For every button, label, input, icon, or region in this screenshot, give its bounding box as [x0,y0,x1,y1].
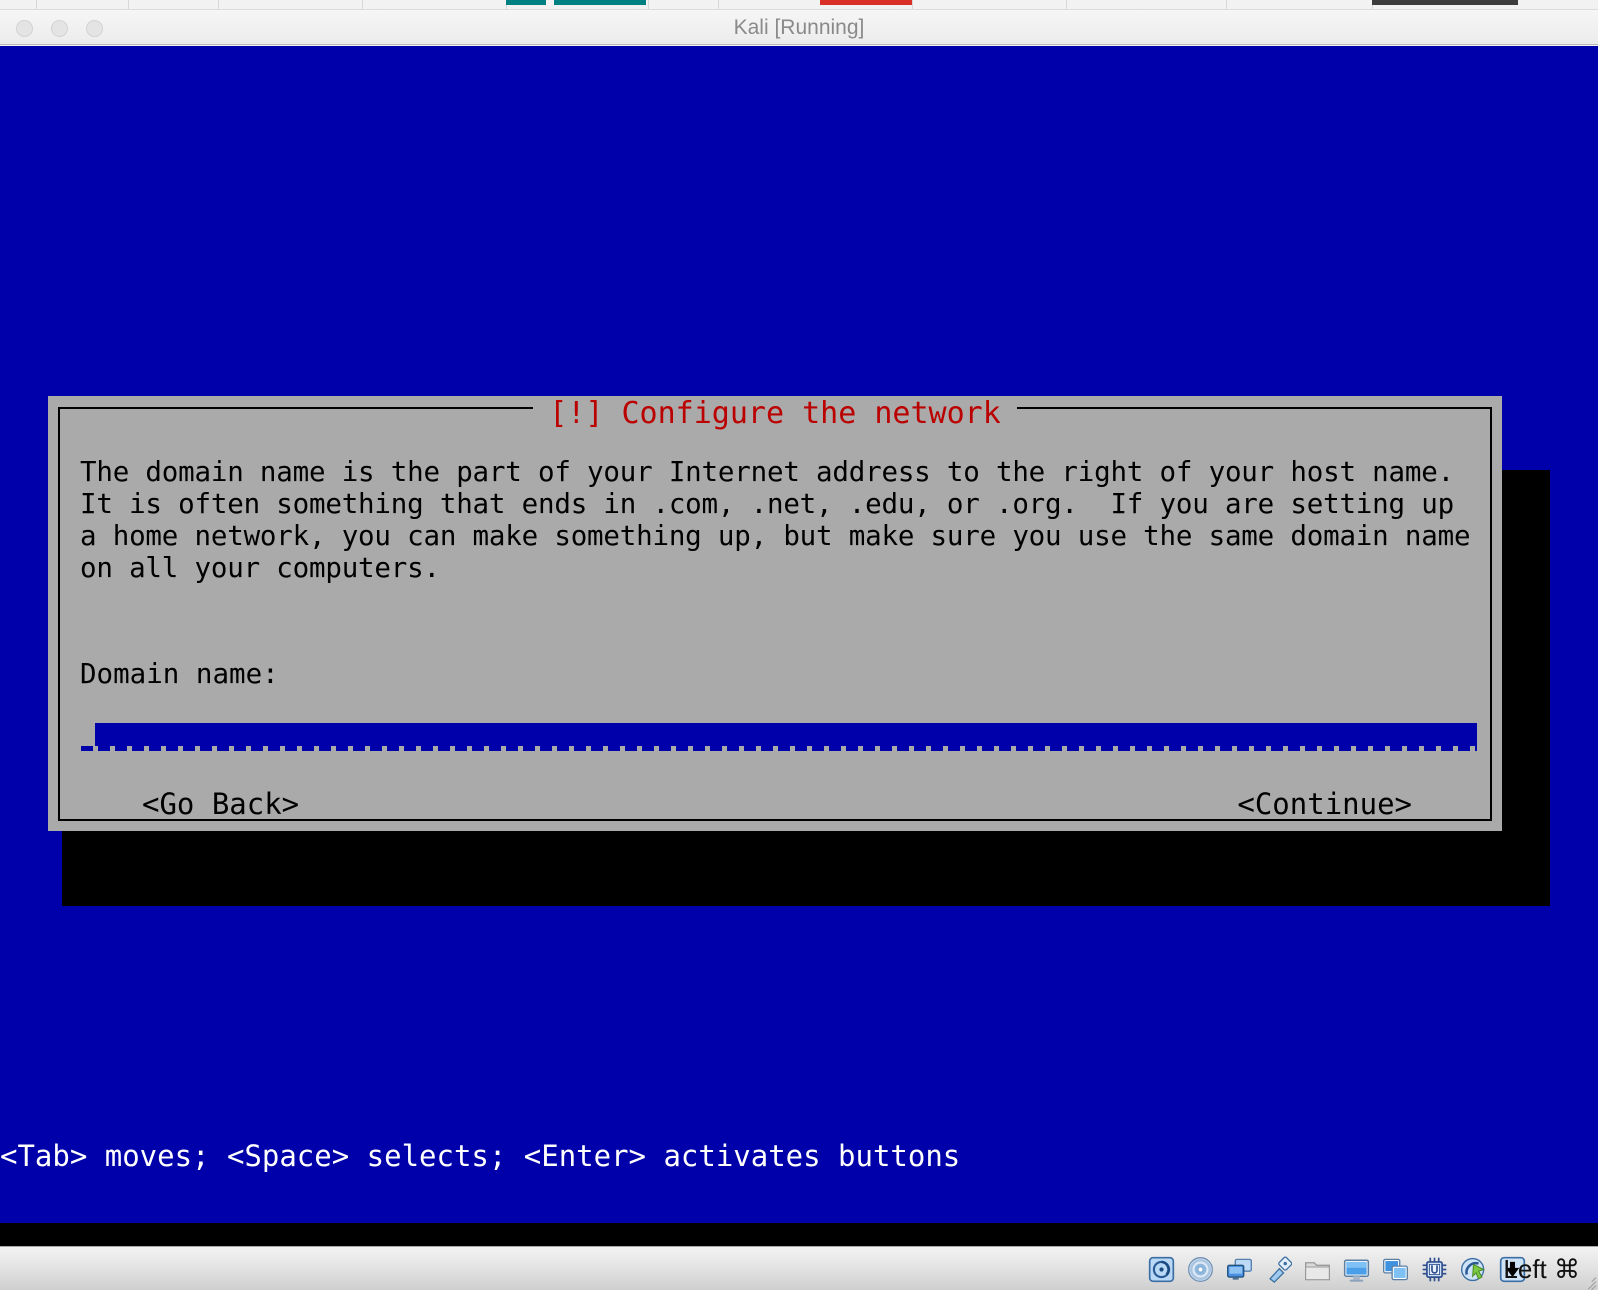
background-tab-accent [554,0,646,5]
virtualbox-statusbar: Left ⌘ [0,1246,1598,1290]
vm-viewport[interactable]: [!] Configure the network The domain nam… [0,46,1598,1223]
background-tab-accent [506,0,546,5]
vm-bottom-gap [0,1223,1598,1246]
usb-icon[interactable] [1265,1256,1292,1283]
background-app-strip [0,0,1598,9]
window-title: Kali [Running] [0,10,1598,46]
dialog-description: The domain name is the part of your Inte… [80,456,1472,584]
background-tab-accent [1372,0,1518,5]
display-icon[interactable] [1343,1256,1370,1283]
keyboard-hint: <Tab> moves; <Space> selects; <Enter> ac… [0,1139,960,1173]
input-underline [81,746,1477,751]
configure-network-dialog: [!] Configure the network The domain nam… [48,396,1502,831]
continue-button[interactable]: <Continue> [1237,784,1412,824]
resize-grip[interactable] [1578,1270,1596,1288]
background-tab-accent [820,0,912,5]
domain-name-input[interactable] [81,723,1477,755]
dialog-button-row: <Go Back> <Continue> [48,784,1502,824]
go-back-button[interactable]: <Go Back> [142,784,299,824]
network-icon[interactable] [1226,1256,1253,1283]
domain-name-input-value[interactable] [95,723,1477,746]
shared-folder-icon[interactable] [1304,1256,1331,1283]
mouse-integration-icon[interactable] [1460,1256,1487,1283]
screenshot-root: Kali [Running] [!] Configure the network… [0,0,1598,1290]
virtualization-cpu-icon[interactable] [1421,1256,1448,1283]
remote-display-icon[interactable] [1382,1256,1409,1283]
hard-disk-icon[interactable] [1148,1256,1175,1283]
host-key-label: Left ⌘ [1503,1247,1580,1290]
window-titlebar: Kali [Running] [0,9,1598,45]
optical-disk-icon[interactable] [1187,1256,1214,1283]
domain-name-label: Domain name: [80,658,279,690]
status-icon-group [1148,1247,1526,1290]
